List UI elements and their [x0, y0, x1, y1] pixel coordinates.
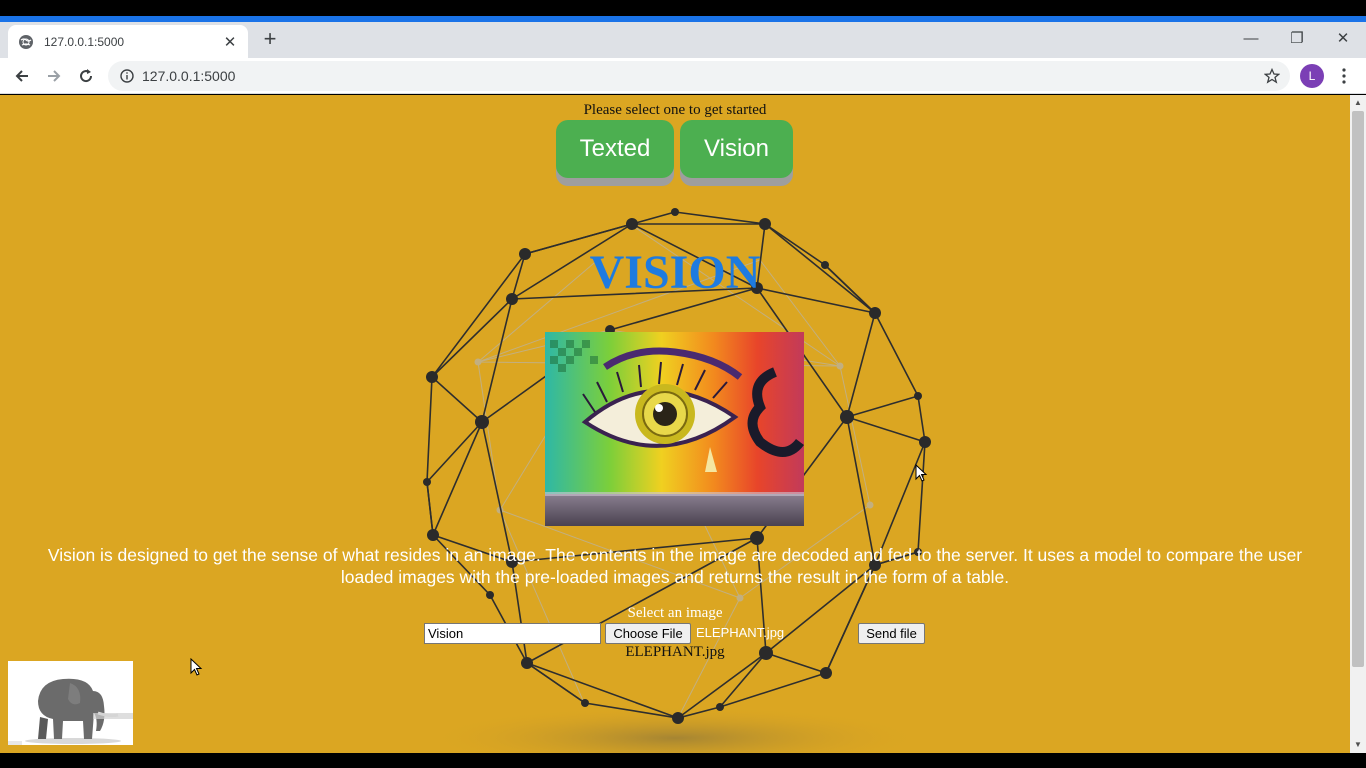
tab-title: 127.0.0.1:5000	[44, 34, 125, 49]
choose-file-button[interactable]: Choose File	[605, 623, 691, 644]
mouse-cursor-icon	[190, 658, 203, 676]
kebab-menu-icon	[1342, 68, 1346, 84]
browser-tab[interactable]: 127.0.0.1:5000 ✕	[8, 25, 248, 58]
info-icon	[120, 69, 134, 83]
browser-toolbar: 127.0.0.1:5000 L	[0, 58, 1366, 94]
close-tab-icon[interactable]: ✕	[222, 33, 238, 51]
tab-strip: 127.0.0.1:5000 ✕ + — ❐ ✕	[0, 22, 1366, 58]
back-icon	[15, 70, 28, 82]
restore-button[interactable]: ❐	[1274, 26, 1320, 52]
forward-icon	[48, 70, 61, 82]
select-prompt: Please select one to get started	[583, 102, 767, 118]
url-text: 127.0.0.1:5000	[142, 68, 236, 84]
elephant-thumbnail	[8, 661, 133, 745]
scroll-thumb[interactable]	[1352, 111, 1364, 667]
star-icon[interactable]	[1264, 68, 1280, 84]
eye-mural-image	[545, 332, 804, 526]
back-button[interactable]	[10, 64, 34, 88]
page-scrollbar[interactable]: ▲ ▼	[1350, 95, 1366, 753]
address-bar[interactable]: 127.0.0.1:5000	[108, 61, 1290, 91]
globe-icon	[19, 34, 33, 49]
texted-button[interactable]: Texted	[556, 120, 674, 178]
avatar[interactable]: L	[1300, 64, 1324, 88]
description-text: Vision is designed to get the sense of w…	[47, 545, 1303, 587]
top-black-bar	[0, 0, 1366, 16]
model-text-input[interactable]	[424, 623, 601, 644]
forward-button[interactable]	[42, 64, 66, 88]
reload-icon	[80, 69, 93, 83]
page-title: VISION	[589, 246, 761, 299]
selected-file-name: ELEPHANT.jpg	[696, 625, 785, 640]
page-viewport: Please select one to get started Texted …	[0, 95, 1350, 753]
bottom-black-bar	[0, 753, 1366, 768]
browser-menu-button[interactable]	[1336, 64, 1352, 88]
vision-button[interactable]: Vision	[680, 120, 793, 178]
new-tab-button[interactable]: +	[258, 28, 282, 52]
scroll-up-icon[interactable]: ▲	[1353, 98, 1363, 108]
minimize-button[interactable]: —	[1228, 26, 1274, 52]
scroll-down-icon[interactable]: ▼	[1353, 740, 1363, 750]
close-window-button[interactable]: ✕	[1320, 26, 1366, 52]
upload-label: Select an image	[627, 605, 723, 621]
reload-button[interactable]	[74, 64, 98, 88]
send-file-button[interactable]: Send file	[858, 623, 925, 644]
secondary-cursor-icon	[915, 464, 928, 482]
